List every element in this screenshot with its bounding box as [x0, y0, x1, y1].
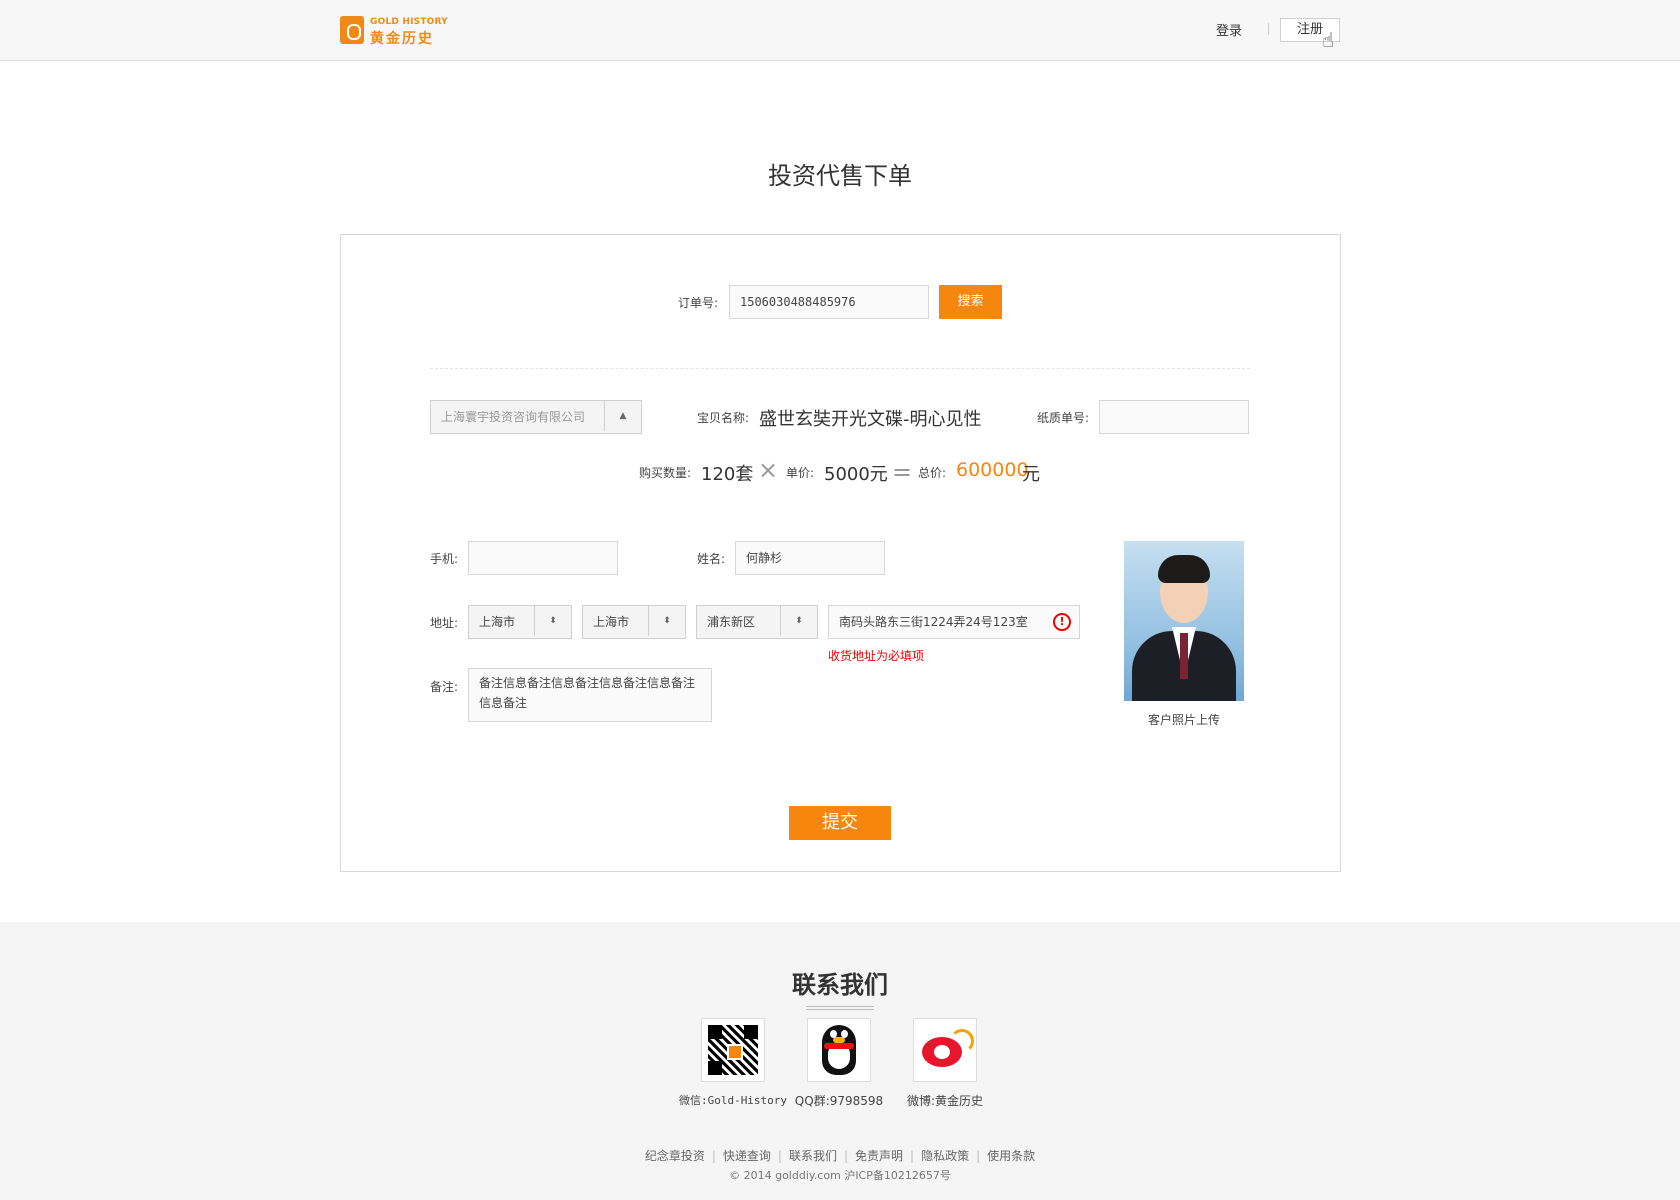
login-link[interactable]: 登录: [1216, 20, 1242, 39]
item-name-label: 宝贝名称:: [697, 411, 750, 425]
logo-chinese-text: 黄金历史: [370, 31, 434, 47]
footer-link-express-tracking[interactable]: 快递查询: [723, 1149, 771, 1163]
footer-links: 纪念章投资 | 快递查询 | 联系我们 | 免责声明 | 隐私政策 | 使用条款: [644, 1149, 1036, 1163]
weibo-label: 微博:黄金历史: [906, 1094, 984, 1108]
name-label: 姓名:: [697, 552, 726, 566]
qq-penguin-icon: [822, 1025, 856, 1075]
qq-group-label: QQ群:9798598: [794, 1094, 884, 1108]
photo-tie-shape: [1180, 633, 1188, 679]
quantity-value: 120套: [701, 464, 754, 485]
unit-price-label: 单价:: [786, 466, 815, 480]
logo-english-text: GOLD HISTORY: [370, 17, 448, 27]
unit-price-value: 5000元: [824, 464, 888, 485]
select-arrows-icon: ⬍: [534, 606, 571, 636]
qq-tile[interactable]: [807, 1018, 871, 1082]
company-select-value: 上海寰宇投资咨询有限公司: [441, 410, 586, 424]
address-detail-input[interactable]: 南码头路东三街1224弄24号123室: [828, 605, 1080, 639]
equals-icon: =: [892, 458, 913, 486]
note-label: 备注:: [430, 680, 459, 694]
footer-link-contact-us[interactable]: 联系我们: [789, 1149, 837, 1163]
top-header: [0, 0, 1680, 61]
phone-label: 手机:: [430, 552, 459, 566]
logo-emblem-icon: [340, 16, 364, 44]
wechat-qr-code[interactable]: [701, 1018, 765, 1082]
order-number-input[interactable]: 1506030488485976: [729, 285, 929, 319]
select-arrows-icon: ⬍: [780, 606, 817, 636]
total-price-value: 600000: [956, 459, 1029, 481]
section-divider: [430, 368, 1250, 369]
city-select[interactable]: 上海市 ⬍: [582, 605, 686, 639]
site-logo[interactable]: GOLD HISTORY 黄金历史: [340, 16, 448, 47]
phone-input[interactable]: [468, 541, 618, 575]
multiply-icon: ×: [758, 456, 779, 484]
hand-cursor-icon: ☝: [1322, 28, 1335, 52]
address-label: 地址:: [430, 616, 459, 630]
select-arrows-icon: ▲: [604, 401, 641, 431]
district-select[interactable]: 浦东新区 ⬍: [696, 605, 818, 639]
contact-title: 联系我们: [792, 971, 888, 999]
submit-button[interactable]: 提交: [789, 806, 891, 840]
paper-order-input[interactable]: [1099, 400, 1249, 434]
footer-link-commemorative-investment[interactable]: 纪念章投资: [645, 1149, 705, 1163]
page-title: 投资代售下单: [768, 162, 912, 190]
weibo-wave-icon: [950, 1029, 974, 1053]
company-select[interactable]: 上海寰宇投资咨询有限公司 ▲: [430, 400, 642, 434]
paper-order-label: 纸质单号:: [1037, 411, 1090, 425]
quantity-label: 购买数量:: [639, 466, 692, 480]
address-error-message: 收货地址为必填项: [828, 649, 925, 663]
total-price-label: 总价:: [918, 466, 947, 480]
footer-link-terms[interactable]: 使用条款: [987, 1149, 1035, 1163]
province-select[interactable]: 上海市 ⬍: [468, 605, 572, 639]
name-input[interactable]: 何静杉: [735, 541, 885, 575]
weibo-tile[interactable]: [913, 1018, 977, 1082]
copyright-text: © 2014 golddiy.com 沪ICP备10212657号: [729, 1169, 951, 1182]
province-select-value: 上海市: [479, 615, 516, 629]
search-button[interactable]: 搜索: [939, 285, 1002, 319]
order-number-label: 订单号:: [678, 296, 719, 310]
error-icon: !: [1053, 613, 1071, 631]
total-price-unit: 元: [1022, 464, 1040, 485]
contact-title-underline: [806, 1006, 874, 1010]
footer-link-privacy[interactable]: 隐私政策: [921, 1149, 969, 1163]
qr-code-icon: [708, 1025, 758, 1075]
photo-upload-label: 客户照片上传: [1147, 713, 1220, 727]
photo-hair-shape: [1158, 555, 1210, 583]
note-textarea[interactable]: 备注信息备注信息备注信息备注信息备注信息备注: [468, 668, 712, 722]
item-name-value: 盛世玄奘开光文碟-明心见性: [759, 409, 982, 430]
wechat-label: 微信:Gold-History: [678, 1094, 788, 1107]
footer-link-disclaimer[interactable]: 免责声明: [855, 1149, 903, 1163]
city-select-value: 上海市: [593, 615, 630, 629]
select-arrows-icon: ⬍: [648, 606, 685, 636]
customer-photo-upload[interactable]: [1124, 541, 1244, 701]
header-divider: [1268, 23, 1269, 35]
district-select-value: 浦东新区: [707, 615, 756, 629]
